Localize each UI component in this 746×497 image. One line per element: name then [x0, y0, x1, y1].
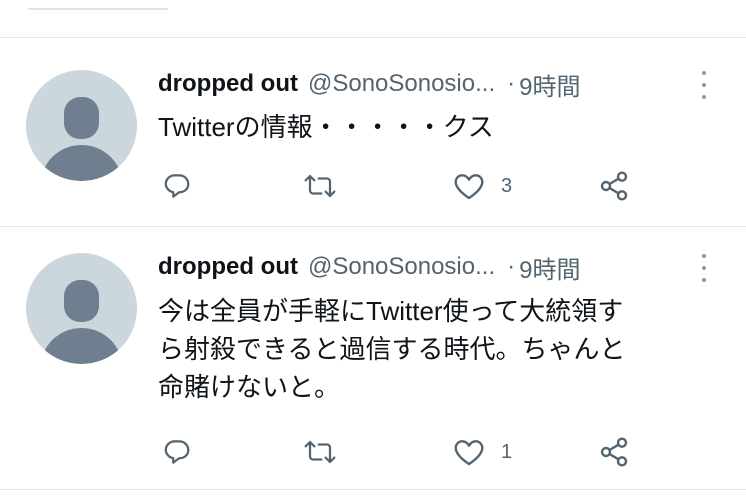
- tweet-actions: 1: [0, 432, 746, 472]
- tweet-text-line: 今は全員が手軽にTwitter使って大統領す: [158, 296, 624, 326]
- share-icon: [600, 437, 628, 467]
- avatar[interactable]: [26, 70, 137, 181]
- tweet-text: Twitterの情報・・・・・クス: [158, 112, 494, 142]
- tweet-header: dropped out @SonoSonosio... · 9時間: [158, 67, 580, 101]
- avatar-head-shape: [64, 97, 99, 139]
- reply-button[interactable]: [162, 166, 192, 206]
- like-count: 3: [501, 174, 513, 197]
- more-icon[interactable]: [700, 71, 708, 99]
- display-name[interactable]: dropped out: [158, 70, 298, 98]
- timestamp[interactable]: 9時間: [519, 250, 580, 285]
- reply-icon: [164, 440, 190, 464]
- like-count: 1: [501, 440, 513, 463]
- user-handle[interactable]: @SonoSonosio...: [308, 70, 495, 98]
- tweet-text-line: 命賭けないと。: [158, 372, 341, 402]
- avatar-body-shape: [40, 328, 123, 364]
- tweet-text: 今は全員が手軽にTwitter使って大統領す ら射殺できると過信する時代。ちゃん…: [158, 292, 718, 406]
- retweet-button[interactable]: [303, 432, 337, 472]
- tweet-text-line: ら射殺できると過信する時代。ちゃんと: [158, 334, 626, 364]
- share-icon: [600, 171, 628, 201]
- reply-button[interactable]: [162, 432, 192, 472]
- avatar-head-shape: [64, 280, 99, 322]
- heart-icon: [454, 174, 484, 200]
- user-handle[interactable]: @SonoSonosio...: [308, 253, 495, 281]
- tweet[interactable]: dropped out @SonoSonosio... · 9時間 今は全員が手…: [0, 227, 746, 490]
- share-button[interactable]: [598, 166, 630, 206]
- more-icon[interactable]: [700, 254, 708, 282]
- separator-dot: ·: [507, 70, 516, 97]
- like-button[interactable]: 3: [453, 166, 512, 206]
- avatar[interactable]: [26, 253, 137, 364]
- previous-tweet-edge: [0, 0, 746, 38]
- timeline: dropped out @SonoSonosio... · 9時間 Twitte…: [0, 0, 746, 497]
- tweet-header: dropped out @SonoSonosio... · 9時間: [158, 250, 580, 284]
- reply-icon: [164, 174, 190, 198]
- share-button[interactable]: [598, 432, 630, 472]
- tweet[interactable]: dropped out @SonoSonosio... · 9時間 Twitte…: [0, 38, 746, 227]
- like-button[interactable]: 1: [453, 432, 512, 472]
- retweet-icon: [304, 440, 336, 464]
- retweet-button[interactable]: [303, 166, 337, 206]
- heart-icon: [454, 440, 484, 466]
- tweet-actions: 3: [0, 166, 746, 206]
- timestamp[interactable]: 9時間: [519, 67, 580, 102]
- separator-dot: ·: [507, 253, 516, 280]
- divider: [28, 0, 168, 10]
- retweet-icon: [304, 174, 336, 198]
- display-name[interactable]: dropped out: [158, 253, 298, 281]
